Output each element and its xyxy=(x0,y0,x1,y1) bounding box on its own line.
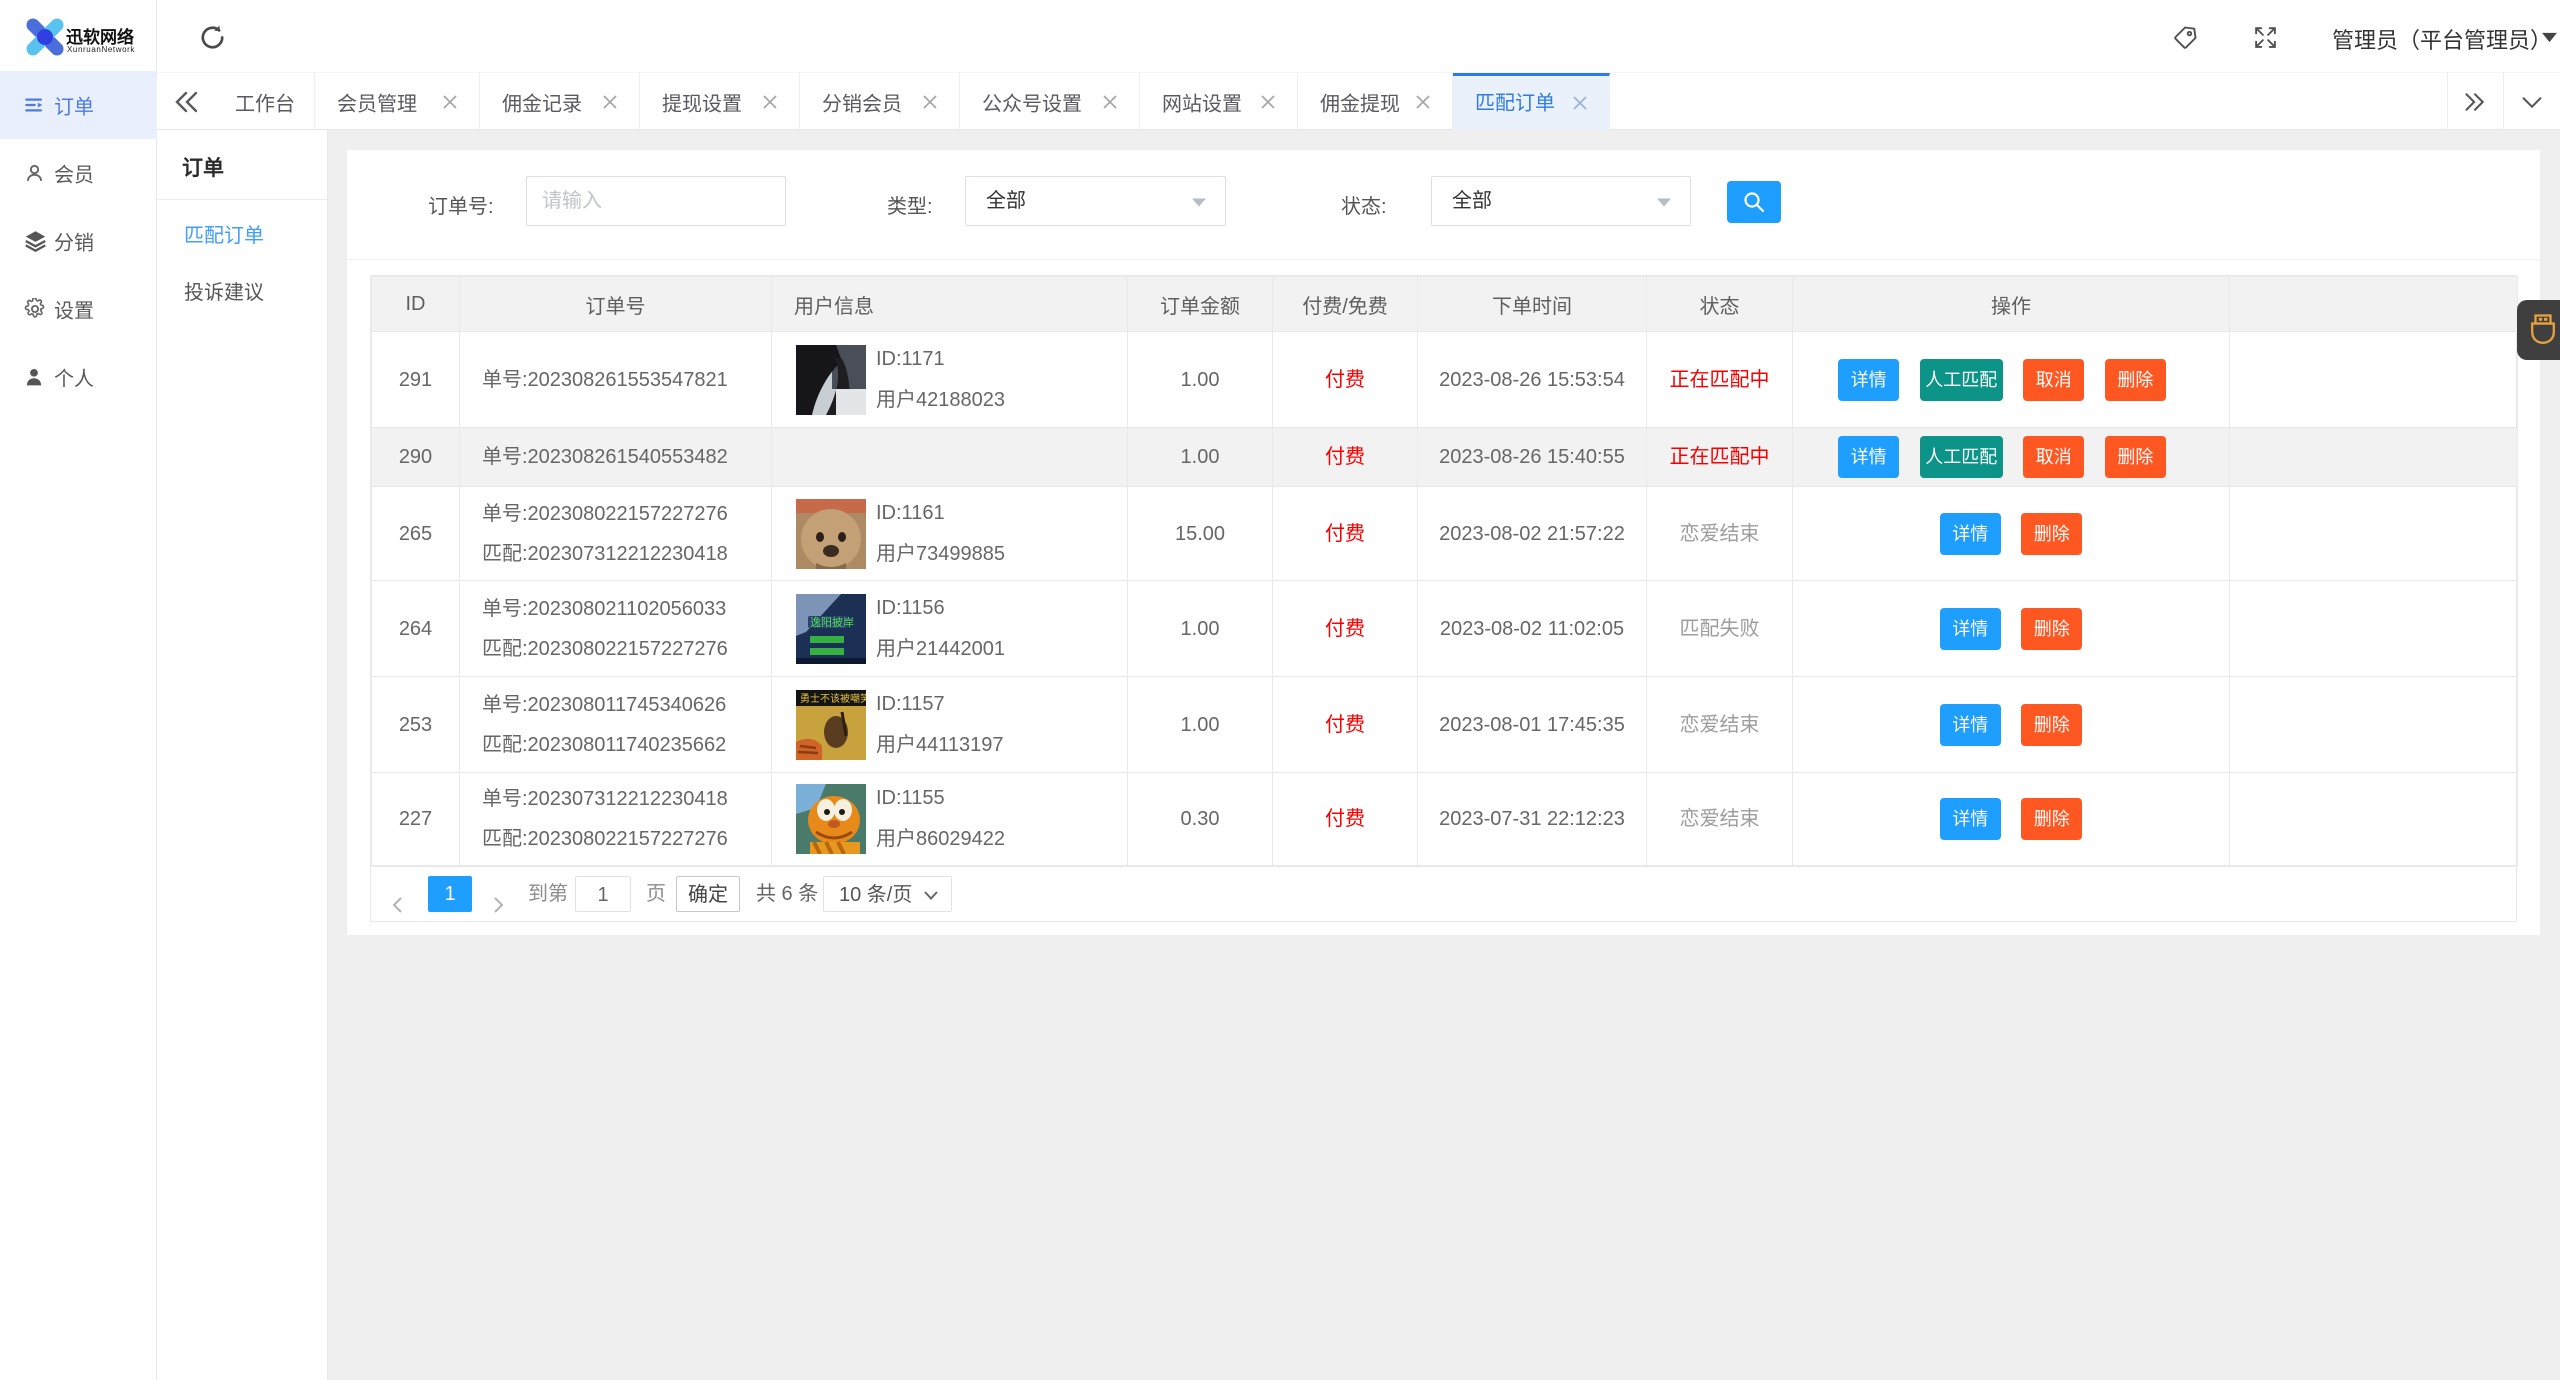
svg-text:逸阳披岸: 逸阳披岸 xyxy=(810,615,854,629)
svg-text:勇士不该被嘲笑: 勇士不该被嘲笑 xyxy=(800,692,866,705)
